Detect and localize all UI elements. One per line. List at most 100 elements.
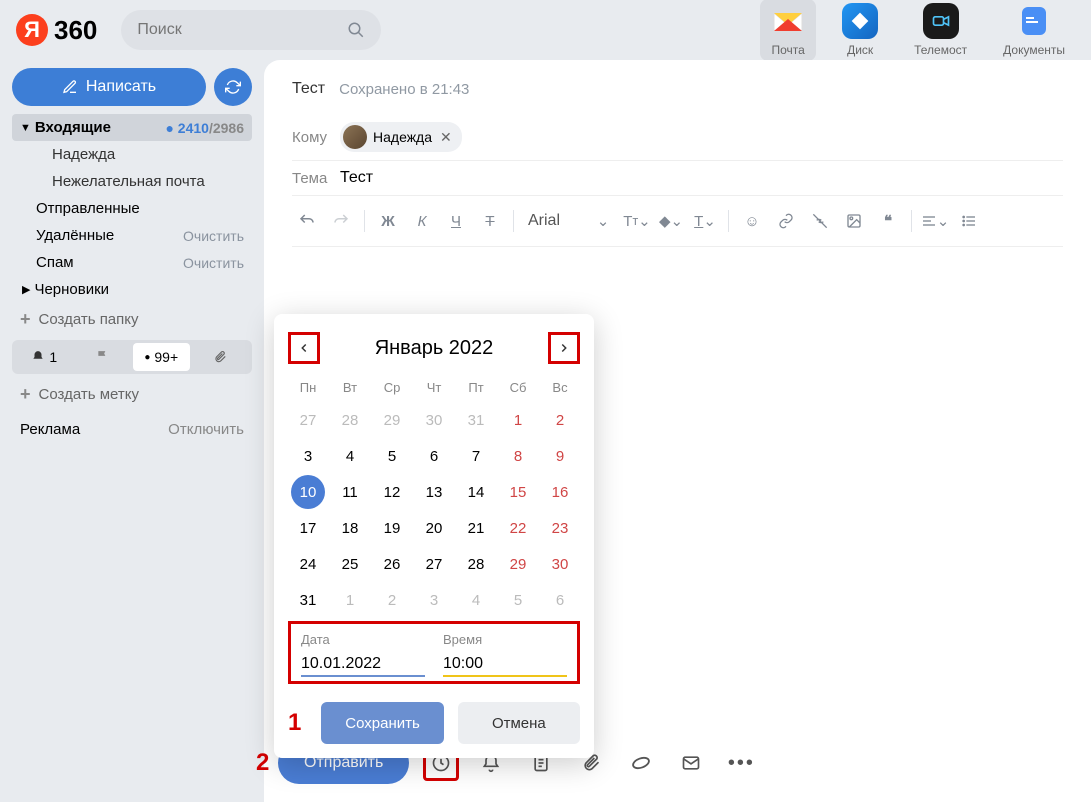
- calendar-day[interactable]: 5: [375, 439, 409, 473]
- calendar-day[interactable]: 30: [543, 547, 577, 581]
- more-button[interactable]: •••: [723, 745, 759, 781]
- cloud-attach-icon: [630, 752, 652, 774]
- logo[interactable]: Я 360: [16, 14, 97, 46]
- refresh-button[interactable]: [214, 68, 252, 106]
- recipient-chip[interactable]: Надежда ✕: [340, 122, 462, 152]
- calendar-day[interactable]: 26: [375, 547, 409, 581]
- create-label-row[interactable]: +Создать метку: [12, 378, 252, 411]
- folder-sent[interactable]: Отправленные: [12, 195, 252, 222]
- calendar-day[interactable]: 14: [459, 475, 493, 509]
- tag-unread[interactable]: ● 99+: [133, 343, 190, 371]
- field-subject[interactable]: Тема: [292, 161, 1063, 196]
- fontsize-button[interactable]: Tт⌄: [622, 206, 652, 236]
- app-telemost[interactable]: Телемост: [904, 0, 977, 61]
- calendar-day[interactable]: 3: [417, 583, 451, 617]
- tag-attachment[interactable]: [192, 343, 249, 371]
- underline-button[interactable]: Ч: [441, 206, 471, 236]
- calendar-day[interactable]: 21: [459, 511, 493, 545]
- font-select[interactable]: Arial: [522, 212, 584, 230]
- folder-sub-nadezhda[interactable]: Надежда: [12, 141, 252, 168]
- calendar-day[interactable]: 30: [417, 403, 451, 437]
- calendar-day[interactable]: 4: [459, 583, 493, 617]
- calendar-day[interactable]: 28: [333, 403, 367, 437]
- cancel-button[interactable]: Отмена: [458, 702, 580, 744]
- align-button[interactable]: ⌄: [920, 206, 950, 236]
- calendar-day[interactable]: 5: [501, 583, 535, 617]
- calendar-day[interactable]: 16: [543, 475, 577, 509]
- chip-remove[interactable]: ✕: [440, 129, 452, 146]
- save-button[interactable]: Сохранить: [321, 702, 443, 744]
- app-disk[interactable]: Диск: [832, 0, 888, 61]
- calendar-day[interactable]: 6: [417, 439, 451, 473]
- next-month-button[interactable]: [548, 332, 580, 364]
- calendar-day[interactable]: 28: [459, 547, 493, 581]
- calendar-day[interactable]: 10: [291, 475, 325, 509]
- calendar-day[interactable]: 24: [291, 547, 325, 581]
- folder-inbox[interactable]: ▼ Входящие ● 2410/2986: [12, 114, 252, 141]
- search-input[interactable]: [137, 21, 347, 39]
- calendar-day[interactable]: 6: [543, 583, 577, 617]
- undo-button[interactable]: [292, 206, 322, 236]
- emoji-button[interactable]: ☺: [737, 206, 767, 236]
- calendar-day[interactable]: 31: [291, 583, 325, 617]
- tag-flag[interactable]: [75, 343, 132, 371]
- calendar-day[interactable]: 29: [501, 547, 535, 581]
- calendar-day[interactable]: 9: [543, 439, 577, 473]
- prev-month-button[interactable]: [288, 332, 320, 364]
- calendar-day[interactable]: 25: [333, 547, 367, 581]
- app-documents[interactable]: Документы: [993, 0, 1075, 61]
- folder-deleted[interactable]: УдалённыеОчистить: [12, 222, 252, 249]
- font-dropdown[interactable]: ⌄: [588, 206, 618, 236]
- highlight-button[interactable]: T⌄: [690, 206, 720, 236]
- calendar-day[interactable]: 31: [459, 403, 493, 437]
- attach-disk-button[interactable]: [623, 745, 659, 781]
- link-button[interactable]: [771, 206, 801, 236]
- image-button[interactable]: [839, 206, 869, 236]
- folder-spam[interactable]: СпамОчистить: [12, 249, 252, 276]
- calendar-day[interactable]: 4: [333, 439, 367, 473]
- calendar-day[interactable]: 18: [333, 511, 367, 545]
- calendar-day[interactable]: 29: [375, 403, 409, 437]
- redo-button[interactable]: [326, 206, 356, 236]
- calendar-day[interactable]: 2: [375, 583, 409, 617]
- calendar-day[interactable]: 27: [291, 403, 325, 437]
- create-folder[interactable]: +Создать папку: [12, 303, 252, 336]
- color-button[interactable]: ◆⌄: [656, 206, 686, 236]
- calendar-day[interactable]: 27: [417, 547, 451, 581]
- app-mail[interactable]: Почта: [760, 0, 816, 61]
- clear-link[interactable]: Очистить: [183, 255, 244, 271]
- calendar-day[interactable]: 13: [417, 475, 451, 509]
- unlink-button[interactable]: [805, 206, 835, 236]
- calendar-day[interactable]: 7: [459, 439, 493, 473]
- bold-button[interactable]: Ж: [373, 206, 403, 236]
- calendar-day[interactable]: 12: [375, 475, 409, 509]
- strike-button[interactable]: Т: [475, 206, 505, 236]
- italic-button[interactable]: К: [407, 206, 437, 236]
- search-box[interactable]: [121, 10, 381, 50]
- calendar-day[interactable]: 1: [333, 583, 367, 617]
- calendar-day[interactable]: 2: [543, 403, 577, 437]
- calendar-day[interactable]: 11: [333, 475, 367, 509]
- calendar-day[interactable]: 1: [501, 403, 535, 437]
- ad-disable[interactable]: Отключить: [168, 421, 244, 438]
- calendar-day[interactable]: 23: [543, 511, 577, 545]
- time-input[interactable]: [443, 653, 567, 677]
- date-input[interactable]: [301, 653, 425, 677]
- list-button[interactable]: [954, 206, 984, 236]
- tag-notifications[interactable]: 1: [16, 343, 73, 371]
- calendar-day[interactable]: 3: [291, 439, 325, 473]
- quote-button[interactable]: ❝: [873, 206, 903, 236]
- compose-button[interactable]: Написать: [12, 68, 206, 106]
- subject-input[interactable]: [340, 169, 1063, 187]
- calendar-day[interactable]: 22: [501, 511, 535, 545]
- calendar-day[interactable]: 17: [291, 511, 325, 545]
- clear-link[interactable]: Очистить: [183, 228, 244, 244]
- calendar-day[interactable]: 20: [417, 511, 451, 545]
- folder-sub-junk[interactable]: Нежелательная почта: [12, 168, 252, 195]
- field-to[interactable]: Кому Надежда ✕: [292, 114, 1063, 161]
- folder-drafts[interactable]: ▶Черновики: [12, 276, 252, 303]
- envelope-button[interactable]: [673, 745, 709, 781]
- calendar-day[interactable]: 15: [501, 475, 535, 509]
- calendar-day[interactable]: 19: [375, 511, 409, 545]
- calendar-day[interactable]: 8: [501, 439, 535, 473]
